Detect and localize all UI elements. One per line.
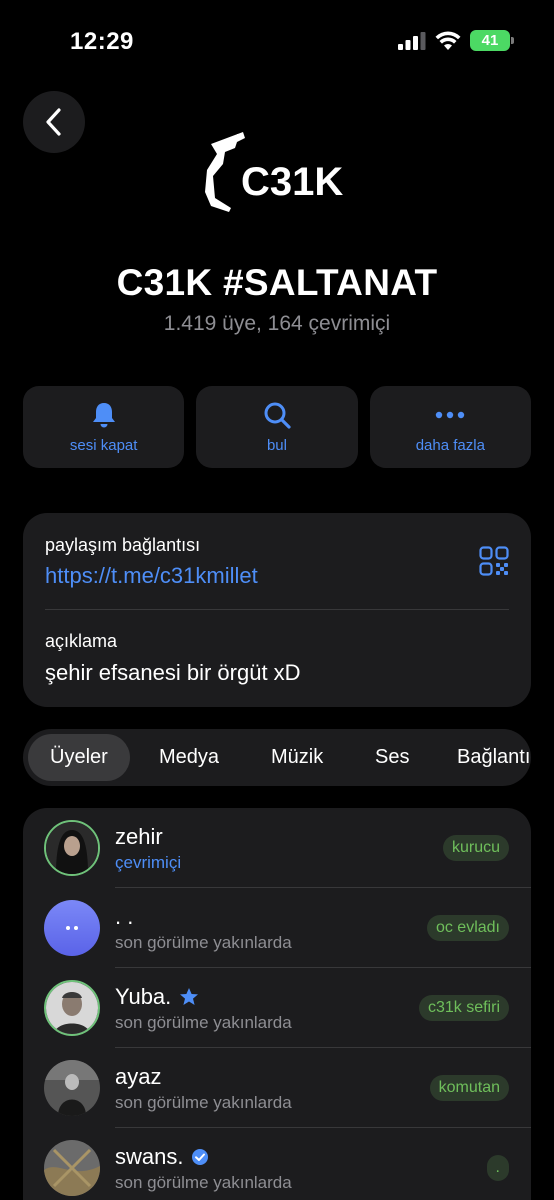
status-time: 12:29 — [70, 28, 134, 55]
search-button[interactable]: bul — [196, 386, 358, 468]
avatar — [44, 1140, 100, 1196]
back-button[interactable] — [23, 91, 85, 153]
tab-music[interactable]: Müzik — [271, 734, 323, 781]
member-role-badge: . — [486, 1155, 509, 1181]
member-status: son görülme yakınlarda — [115, 1173, 292, 1192]
verified-icon — [192, 1149, 209, 1165]
share-link-caption: paylaşım bağlantısı — [45, 535, 201, 555]
member-name: zehir — [115, 824, 163, 849]
search-icon — [264, 402, 291, 429]
member-status: son görülme yakınlarda — [115, 1013, 292, 1032]
info-card: paylaşım bağlantısı https://t.me/c31kmil… — [23, 513, 531, 707]
member-row[interactable]: ayaz son görülme yakınlarda komutan — [23, 1048, 531, 1128]
member-name: swans. — [115, 1144, 209, 1170]
group-title: C31K #SALTANAT — [116, 262, 438, 303]
members-list: zehir çevrimiçi kurucu . . son görülme y… — [23, 808, 531, 1200]
share-link[interactable]: https://t.me/c31kmillet — [45, 563, 258, 589]
cellular-signal-icon — [398, 31, 426, 50]
member-status: son görülme yakınlarda — [115, 1093, 292, 1112]
status-bar: 12:29 41 — [0, 0, 554, 80]
info-divider — [45, 609, 509, 610]
tab-voice[interactable]: Ses — [375, 734, 409, 781]
member-status: çevrimiçi — [115, 853, 182, 872]
tab-links[interactable]: Bağlantılar — [457, 734, 531, 781]
status-indicators: 41 — [398, 30, 514, 51]
avatar — [44, 1060, 100, 1116]
description-caption: açıklama — [45, 631, 118, 651]
member-name: Yuba. — [115, 984, 199, 1010]
bell-icon — [92, 402, 115, 427]
member-role-badge: komutan — [429, 1075, 509, 1101]
star-icon — [180, 988, 199, 1005]
member-name: ayaz — [115, 1064, 162, 1089]
member-row[interactable]: . . son görülme yakınlarda oc evladı — [23, 888, 531, 968]
member-role-badge: kurucu — [442, 835, 509, 861]
member-role-badge: c31k sefiri — [418, 995, 509, 1021]
battery-indicator: 41 — [470, 30, 514, 51]
logo-text: C31K — [241, 160, 343, 204]
member-status: son görülme yakınlarda — [115, 933, 292, 952]
member-row[interactable]: swans. son görülme yakınlarda . — [23, 1128, 531, 1200]
qr-code-icon[interactable] — [479, 546, 509, 576]
wifi-icon — [435, 31, 461, 50]
member-row[interactable]: zehir çevrimiçi kurucu — [23, 808, 531, 888]
search-button-label: bul — [266, 436, 287, 454]
group-logo: C31K — [205, 132, 343, 212]
description-text: şehir efsanesi bir örgüt xD — [45, 660, 301, 685]
tab-members[interactable]: Üyeler — [28, 734, 130, 781]
avatar — [44, 980, 100, 1036]
chevron-left-icon — [46, 108, 61, 136]
avatar — [44, 820, 100, 876]
mute-button[interactable]: sesi kapat — [23, 386, 185, 468]
avatar — [44, 900, 100, 956]
member-name: . . — [115, 904, 134, 929]
mute-button-label: sesi kapat — [69, 436, 138, 454]
more-icon — [436, 411, 465, 418]
action-row: sesi kapat bul daha fazla — [23, 386, 531, 468]
member-role-badge: oc evladı — [426, 915, 509, 941]
tab-media[interactable]: Medya — [159, 734, 219, 781]
more-button[interactable]: daha fazla — [369, 386, 531, 468]
group-subtitle: 1.419 üye, 164 çevrimiçi — [163, 312, 391, 335]
media-tabs: Üyeler Medya Müzik Ses Bağlantılar — [23, 729, 531, 786]
more-button-label: daha fazla — [415, 436, 485, 454]
member-row[interactable]: Yuba. son görülme yakınlarda c31k sefiri — [23, 968, 531, 1048]
